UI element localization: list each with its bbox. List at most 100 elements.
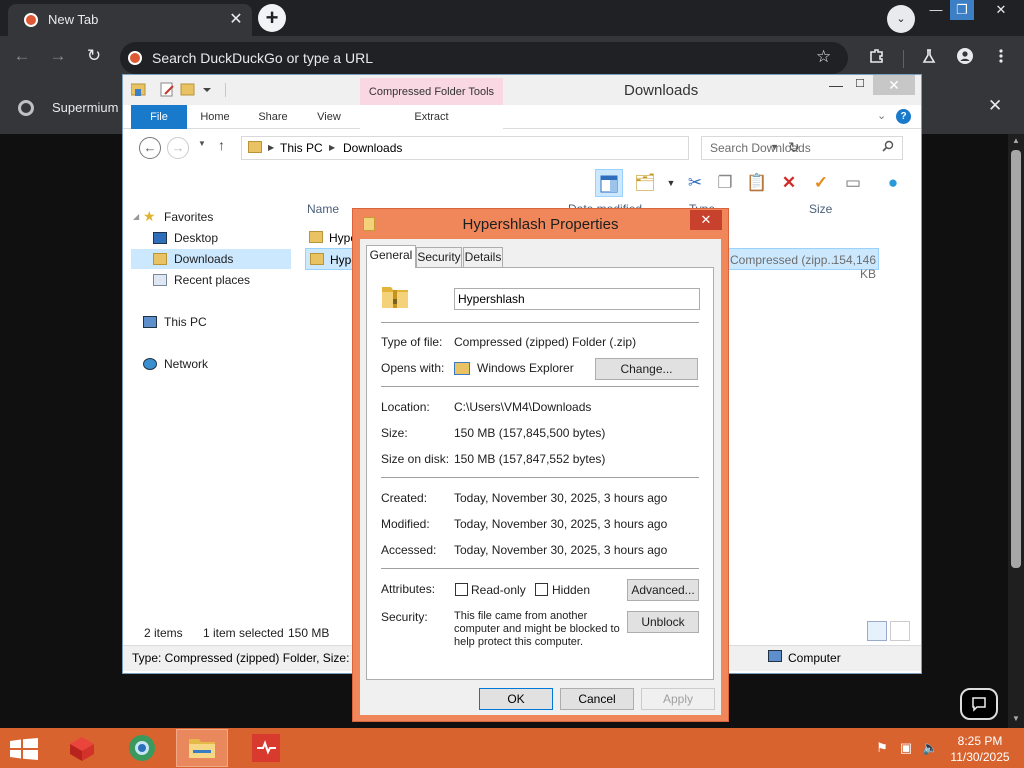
info-bar-close-icon[interactable]: ✕: [988, 96, 1002, 116]
nav-network[interactable]: Network: [131, 354, 291, 374]
explorer-maximize-button[interactable]: ☐: [849, 77, 871, 90]
explorer-forward-button[interactable]: →: [167, 137, 189, 159]
browser-close-button[interactable]: ✕: [980, 0, 1022, 20]
back-button[interactable]: ←: [10, 46, 34, 66]
dialog-close-button[interactable]: ✕: [690, 210, 722, 230]
search-icon[interactable]: [882, 140, 894, 155]
collapse-arrow-icon[interactable]: ◢: [133, 212, 139, 221]
details-view-icon[interactable]: [867, 621, 887, 641]
page-scrollbar-thumb[interactable]: [1011, 150, 1021, 568]
forward-button[interactable]: →: [46, 46, 70, 66]
taskbar-app-health-icon[interactable]: [240, 729, 292, 767]
nav-downloads[interactable]: Downloads: [131, 249, 291, 269]
tab-details[interactable]: Details: [463, 247, 503, 267]
help-icon[interactable]: ?: [896, 109, 911, 124]
compressed-folder-tools-header: Compressed Folder Tools: [360, 78, 503, 105]
chat-cloud-icon[interactable]: ●: [879, 169, 907, 197]
preview-pane-icon[interactable]: [595, 169, 623, 197]
explorer-back-button[interactable]: ←: [139, 137, 161, 159]
details-location: Computer: [788, 651, 841, 665]
explorer-minimize-button[interactable]: —: [825, 77, 847, 93]
taskbar-app-cube-icon[interactable]: [56, 729, 108, 767]
explorer-close-button[interactable]: ✕: [873, 75, 915, 95]
recent-locations-chevron-icon[interactable]: ▼: [198, 139, 206, 148]
advanced-button[interactable]: Advanced...: [627, 579, 699, 601]
browser-maximize-button[interactable]: ❐: [950, 0, 974, 20]
properties-folder-icon[interactable]: 🗂: [631, 169, 659, 197]
labs-flask-icon[interactable]: [918, 48, 940, 68]
ok-button[interactable]: OK: [479, 688, 553, 710]
rename-icon[interactable]: ▭: [839, 169, 867, 197]
start-button-windows-icon[interactable]: [10, 738, 38, 760]
quick-access-toolbar[interactable]: [130, 82, 221, 101]
column-size[interactable]: Size: [809, 202, 832, 216]
check-icon[interactable]: ✓: [807, 169, 835, 197]
tab-home[interactable]: Home: [195, 105, 235, 129]
status-selected: 1 item selected: [203, 626, 284, 640]
change-button[interactable]: Change...: [595, 358, 698, 380]
tab-share[interactable]: Share: [253, 105, 293, 129]
tab-security[interactable]: Security: [416, 247, 462, 267]
extensions-icon[interactable]: [866, 48, 888, 68]
taskbar-app-file-explorer-icon[interactable]: [176, 729, 228, 767]
cancel-button[interactable]: Cancel: [560, 688, 634, 710]
browser-minimize-button[interactable]: —: [924, 0, 948, 20]
taskbar-app-browser-icon[interactable]: [116, 729, 168, 767]
nav-desktop[interactable]: Desktop: [131, 228, 291, 248]
cut-icon[interactable]: ✂: [681, 169, 709, 197]
qat-divider: [225, 83, 226, 97]
scroll-up-arrow-icon[interactable]: ▲: [1010, 136, 1022, 145]
profile-avatar-icon[interactable]: [954, 48, 976, 68]
nav-downloads-label: Downloads: [174, 252, 234, 266]
tab-new-tab[interactable]: New Tab ✕: [8, 4, 252, 36]
breadcrumb-downloads[interactable]: Downloads: [343, 141, 402, 155]
chat-bubble-icon[interactable]: [960, 688, 998, 720]
tab-file[interactable]: File: [131, 105, 187, 129]
tab-search-button[interactable]: ⌄: [887, 5, 915, 33]
size-label: Size:: [381, 426, 408, 440]
explorer-address-bar[interactable]: ▶ This PC ▶ Downloads ▼ ↻: [241, 136, 800, 160]
created-value: Today, November 30, 2025, 3 hours ago: [454, 491, 668, 505]
breadcrumb-separator-icon[interactable]: ▶: [329, 143, 335, 152]
breadcrumb-separator-icon[interactable]: ▶: [268, 143, 274, 152]
large-icons-view-icon[interactable]: [890, 621, 910, 641]
menu-kebab-icon[interactable]: [990, 48, 1012, 68]
network-tray-icon[interactable]: ▣: [898, 740, 914, 756]
nav-favorites[interactable]: ◢ ★ Favorites: [131, 207, 291, 227]
scroll-down-arrow-icon[interactable]: ▼: [1010, 714, 1022, 723]
nav-recent-places[interactable]: Recent places: [131, 270, 291, 290]
apply-button[interactable]: Apply: [641, 688, 715, 710]
tab-extract[interactable]: Extract: [360, 105, 503, 129]
copy-icon[interactable]: ❐: [711, 169, 739, 197]
file-name-field[interactable]: Hypershlash: [454, 288, 700, 310]
volume-muted-icon[interactable]: 🔈: [922, 740, 938, 756]
bookmark-star-icon[interactable]: ☆: [816, 47, 831, 67]
tab-view[interactable]: View: [309, 105, 349, 129]
ribbon-expand-chevron-icon[interactable]: ⌄: [877, 109, 886, 122]
tab-close-icon[interactable]: ✕: [226, 9, 246, 29]
tab-general[interactable]: General: [366, 245, 416, 268]
read-only-checkbox[interactable]: [455, 583, 468, 596]
type-value: Compressed (zipped) Folder (.zip): [454, 335, 637, 349]
taskbar-clock[interactable]: 8:25 PM 11/30/2025: [940, 733, 1020, 765]
delete-icon[interactable]: ✕: [775, 169, 803, 197]
address-bar[interactable]: Search DuckDuckGo or type a URL ☆: [120, 42, 848, 74]
up-one-level-icon[interactable]: ↑: [218, 137, 225, 153]
unblock-button[interactable]: Unblock: [627, 611, 699, 633]
nav-this-pc[interactable]: This PC: [131, 312, 291, 332]
hidden-checkbox[interactable]: [535, 583, 548, 596]
breadcrumb-this-pc[interactable]: This PC: [280, 141, 323, 155]
nav-recent-label: Recent places: [174, 273, 251, 287]
action-center-flag-icon[interactable]: ⚑: [874, 740, 890, 756]
column-name[interactable]: Name: [307, 202, 339, 216]
computer-icon: [768, 650, 782, 662]
new-tab-button[interactable]: +: [258, 4, 286, 32]
paste-icon[interactable]: 📋: [743, 169, 771, 197]
dialog-body: General Security Details Hypershlash Typ…: [360, 239, 721, 715]
explorer-search-input[interactable]: Search Downloads: [701, 136, 903, 160]
hidden-label: Hidden: [552, 583, 591, 597]
explorer-icon-toolbar: 🗂 ▼ ✂ ❐ 📋 ✕ ✓ ▭ ●: [593, 167, 921, 199]
windows-explorer-icon: [454, 362, 470, 375]
reload-button[interactable]: ↻: [82, 46, 106, 66]
size-on-disk-label: Size on disk:: [381, 452, 450, 466]
